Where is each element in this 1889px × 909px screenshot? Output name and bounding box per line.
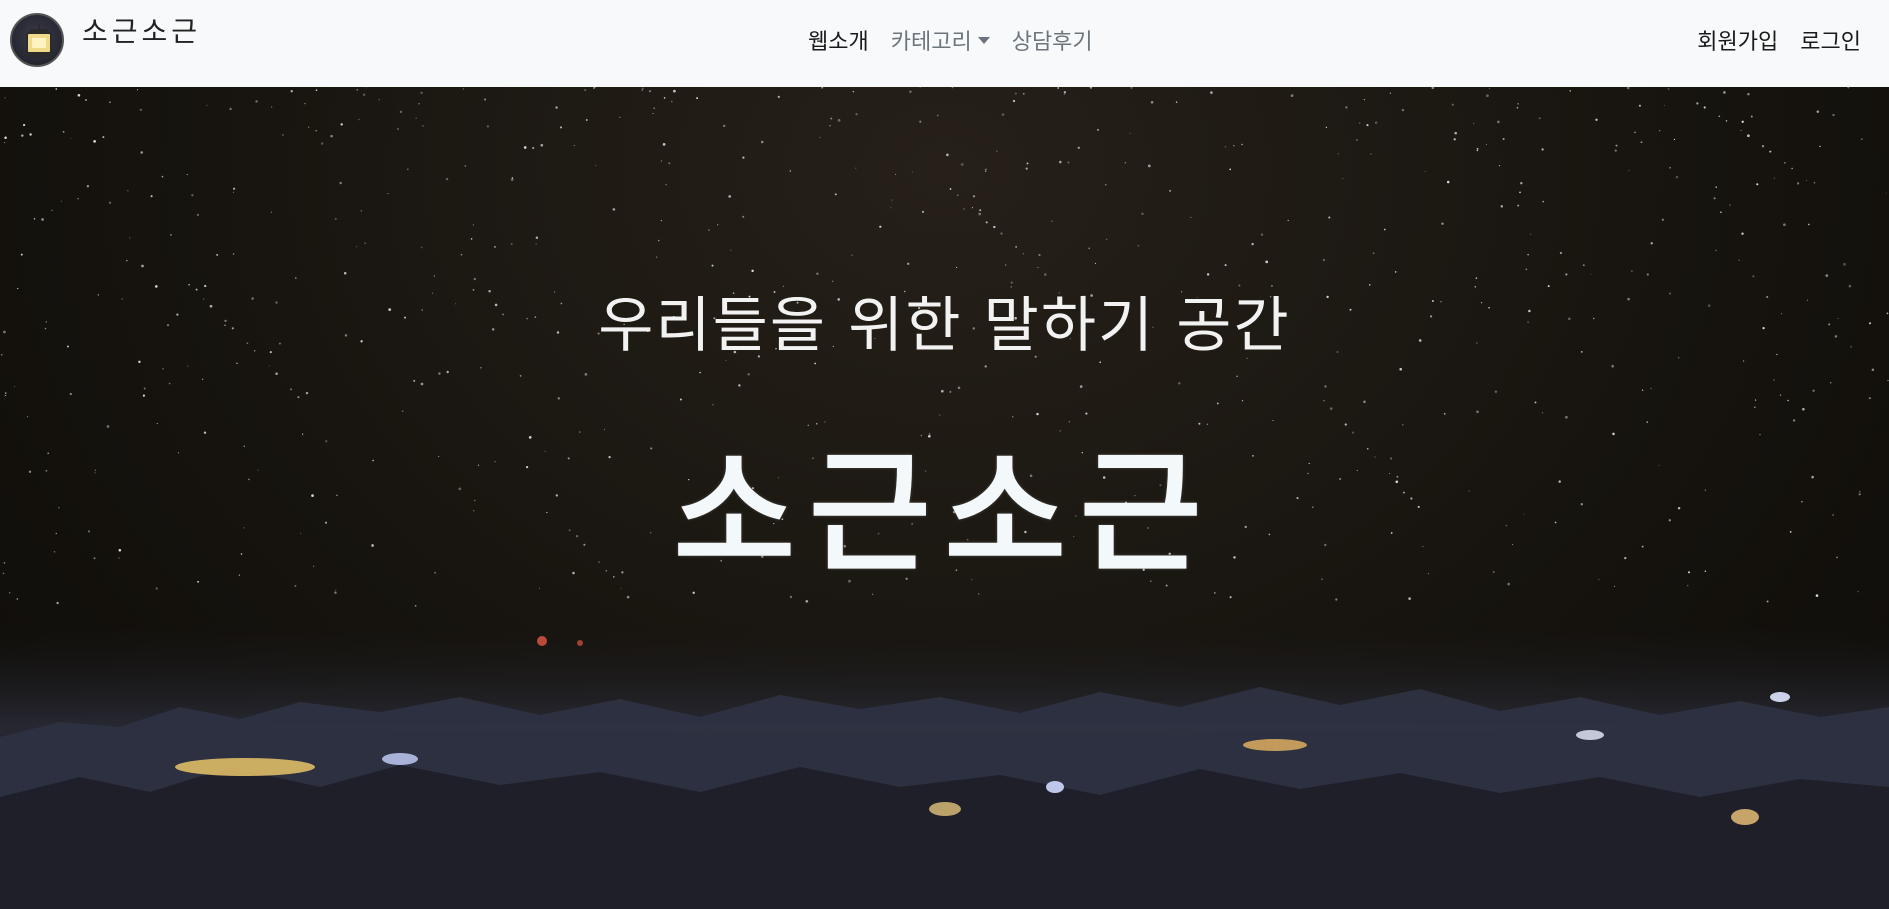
- caret-down-icon: [977, 36, 990, 44]
- city-skyline-background: [0, 627, 1889, 909]
- nav-item-category-label: 카테고리: [890, 30, 972, 55]
- lamp-icon: [10, 13, 64, 67]
- nav-item-category[interactable]: 카테고리: [891, 24, 990, 56]
- signup-link[interactable]: 회원가입: [1697, 24, 1778, 56]
- hero-subtitle: 우리들을 위한 말하기 공간: [598, 291, 1291, 361]
- brand-link[interactable]: 소근소근: [10, 13, 201, 67]
- navbar: 소근소근 웹소개 카테고리 상담후기 회원가입 로그인: [0, 0, 1889, 87]
- brand-name: 소근소근: [82, 15, 202, 48]
- auth-nav: 회원가입 로그인: [1697, 24, 1861, 56]
- login-link[interactable]: 로그인: [1800, 24, 1861, 56]
- main-nav: 웹소개 카테고리 상담후기: [808, 24, 1093, 56]
- nav-item-about[interactable]: 웹소개: [808, 24, 869, 56]
- hero-banner: 우리들을 위한 말하기 공간 소근소근: [0, 87, 1889, 909]
- nav-item-reviews[interactable]: 상담후기: [1012, 24, 1093, 56]
- hero-title: 소근소근: [673, 437, 1216, 591]
